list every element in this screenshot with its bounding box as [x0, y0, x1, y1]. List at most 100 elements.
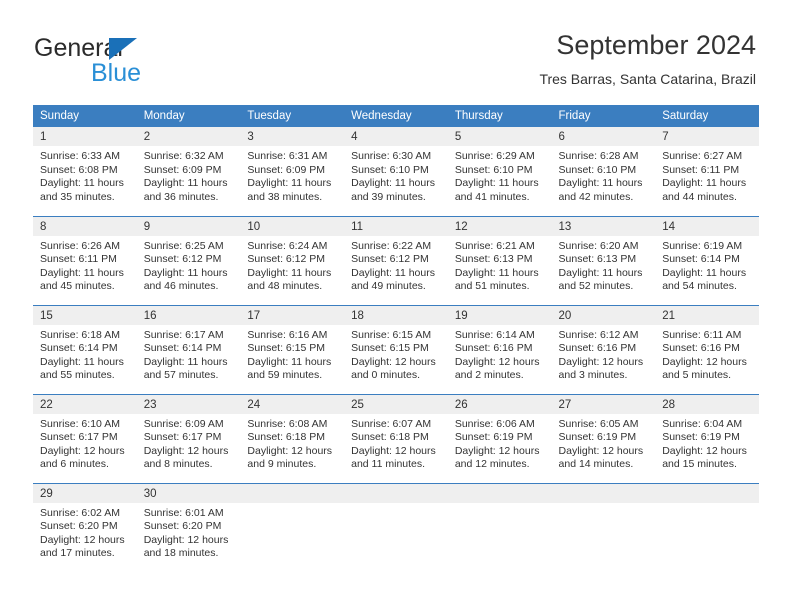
week-row: 8 Sunrise: 6:26 AM Sunset: 6:11 PM Daylight… [33, 215, 759, 305]
day-cell[interactable]: 20 Sunrise: 6:12 AM Sunset: 6:16 PM Dayligh… [551, 304, 656, 394]
sunset-text: Sunset: 6:16 PM [558, 342, 637, 355]
day-cell[interactable]: 21 Sunrise: 6:11 AM Sunset: 6:16 PM Dayligh… [655, 304, 759, 394]
sunrise-text: Sunrise: 6:06 AM [454, 417, 535, 430]
day-cell[interactable]: 25 Sunrise: 6:07 AM Sunset: 6:18 PM Dayligh… [344, 393, 448, 483]
sunrise-text: Sunrise: 6:20 AM [558, 239, 639, 252]
daylight-text: Daylight: 11 hours and 42 minutes. [558, 177, 643, 203]
day-details: Sunrise: 6:25 AM Sunset: 6:12 PM Daylight:… [137, 236, 241, 294]
daylight-text: Daylight: 11 hours and 35 minutes. [40, 177, 124, 203]
sunset-text: Sunset: 6:20 PM [143, 520, 222, 533]
day-cell[interactable]: 16 Sunrise: 6:17 AM Sunset: 6:14 PM Dayligh… [136, 304, 241, 394]
day-cell[interactable]: 26 Sunrise: 6:06 AM Sunset: 6:19 PM Dayligh… [447, 393, 552, 483]
day-cell-empty [447, 482, 552, 572]
day-details: Sunrise: 6:21 AM Sunset: 6:13 PM Daylight:… [448, 236, 552, 294]
day-details: Sunrise: 6:31 AM Sunset: 6:09 PM Daylight:… [240, 146, 344, 204]
day-number: 14 [655, 216, 759, 236]
day-number: 3 [240, 127, 345, 146]
sunrise-text: Sunrise: 6:07 AM [351, 417, 432, 430]
daylight-text: Daylight: 11 hours and 38 minutes. [247, 177, 332, 203]
day-cell[interactable]: 10 Sunrise: 6:24 AM Sunset: 6:12 PM Dayligh… [240, 215, 345, 305]
title-block: September 2024 Tres Barras, Santa Catari… [539, 28, 756, 88]
sunset-text: Sunset: 6:16 PM [662, 342, 740, 355]
day-cell[interactable]: 8 Sunrise: 6:26 AM Sunset: 6:11 PM Daylight… [33, 215, 137, 305]
page-subtitle: Tres Barras, Santa Catarina, Brazil [539, 71, 756, 87]
daylight-text: Daylight: 12 hours and 6 minutes. [40, 444, 125, 471]
daylight-text: Daylight: 11 hours and 52 minutes. [558, 266, 643, 293]
sunset-text: Sunset: 6:16 PM [454, 342, 533, 355]
day-cell[interactable]: 15 Sunrise: 6:18 AM Sunset: 6:14 PM Dayligh… [33, 304, 137, 394]
sunset-text: Sunset: 6:10 PM [558, 163, 637, 176]
daylight-text: Daylight: 12 hours and 15 minutes. [662, 444, 747, 471]
day-cell[interactable]: 5 Sunrise: 6:29 AM Sunset: 6:10 PM Daylight… [447, 127, 552, 216]
day-cell[interactable]: 1 Sunrise: 6:33 AM Sunset: 6:08 PM Daylight… [33, 127, 137, 216]
day-cell[interactable]: 27 Sunrise: 6:05 AM Sunset: 6:19 PM Dayligh… [551, 393, 656, 483]
day-cell[interactable]: 11 Sunrise: 6:22 AM Sunset: 6:12 PM Dayligh… [344, 215, 448, 305]
day-cell[interactable]: 22 Sunrise: 6:10 AM Sunset: 6:17 PM Dayligh… [33, 393, 137, 483]
day-number: 29 [33, 483, 137, 503]
daylight-text: Daylight: 12 hours and 2 minutes. [454, 355, 540, 382]
sunset-text: Sunset: 6:10 PM [454, 163, 533, 176]
sunrise-text: Sunrise: 6:32 AM [143, 150, 224, 162]
day-cell[interactable]: 23 Sunrise: 6:09 AM Sunset: 6:17 PM Dayligh… [136, 393, 241, 483]
day-number: 12 [447, 216, 552, 236]
sunset-text: Sunset: 6:12 PM [351, 253, 429, 266]
sunrise-text: Sunrise: 6:15 AM [351, 328, 432, 341]
day-number [551, 483, 656, 503]
day-cell[interactable]: 30 Sunrise: 6:01 AM Sunset: 6:20 PM Dayligh… [136, 482, 241, 572]
day-number: 28 [655, 394, 759, 414]
day-number: 2 [136, 127, 241, 146]
day-details: Sunrise: 6:14 AM Sunset: 6:16 PM Daylight:… [448, 325, 552, 383]
sunrise-text: Sunrise: 6:31 AM [247, 150, 328, 162]
day-cell[interactable]: 7 Sunrise: 6:27 AM Sunset: 6:11 PM Daylight… [655, 127, 759, 216]
day-number: 23 [136, 394, 241, 414]
day-number: 10 [240, 216, 345, 236]
day-cell[interactable]: 2 Sunrise: 6:32 AM Sunset: 6:09 PM Daylight… [136, 127, 241, 216]
weekday-header-friday: Friday [551, 105, 656, 127]
calendar-page: General Blue September 2024 Tres Barras,… [0, 0, 792, 612]
day-details: Sunrise: 6:02 AM Sunset: 6:20 PM Daylight:… [33, 503, 137, 561]
day-number: 22 [33, 394, 137, 414]
day-cell-empty [240, 482, 345, 572]
sunset-text: Sunset: 6:17 PM [40, 431, 118, 444]
day-number [447, 483, 552, 503]
brand-logo[interactable]: General Blue [34, 34, 274, 92]
day-number: 26 [447, 394, 552, 414]
day-details: Sunrise: 6:04 AM Sunset: 6:19 PM Daylight:… [655, 414, 759, 472]
day-cell[interactable]: 9 Sunrise: 6:25 AM Sunset: 6:12 PM Daylight… [136, 215, 241, 305]
day-cell[interactable]: 17 Sunrise: 6:16 AM Sunset: 6:15 PM Dayligh… [240, 304, 345, 394]
sunset-text: Sunset: 6:14 PM [143, 342, 222, 355]
daylight-text: Daylight: 11 hours and 36 minutes. [143, 177, 228, 203]
day-cell[interactable]: 14 Sunrise: 6:19 AM Sunset: 6:14 PM Dayligh… [655, 215, 759, 305]
day-details: Sunrise: 6:08 AM Sunset: 6:18 PM Daylight:… [240, 414, 344, 472]
day-details: Sunrise: 6:29 AM Sunset: 6:10 PM Daylight:… [448, 146, 552, 204]
week-row: 29 Sunrise: 6:02 AM Sunset: 6:20 PM Dayligh… [33, 482, 759, 572]
day-details: Sunrise: 6:11 AM Sunset: 6:16 PM Daylight:… [655, 325, 759, 383]
day-cell[interactable]: 19 Sunrise: 6:14 AM Sunset: 6:16 PM Dayligh… [447, 304, 552, 394]
page-header: General Blue September 2024 Tres Barras,… [0, 0, 792, 100]
sunset-text: Sunset: 6:19 PM [558, 431, 637, 444]
day-cell[interactable]: 13 Sunrise: 6:20 AM Sunset: 6:13 PM Dayligh… [551, 215, 656, 305]
weekday-header-thursday: Thursday [447, 105, 552, 127]
day-number [240, 483, 345, 503]
day-details: Sunrise: 6:05 AM Sunset: 6:19 PM Daylight:… [552, 414, 656, 472]
day-cell[interactable]: 24 Sunrise: 6:08 AM Sunset: 6:18 PM Dayligh… [240, 393, 345, 483]
day-cell[interactable]: 18 Sunrise: 6:15 AM Sunset: 6:15 PM Dayligh… [344, 304, 448, 394]
day-number: 19 [447, 305, 552, 325]
sunrise-text: Sunrise: 6:05 AM [558, 417, 639, 430]
day-cell[interactable]: 3 Sunrise: 6:31 AM Sunset: 6:09 PM Daylight… [240, 127, 345, 216]
day-cell[interactable]: 6 Sunrise: 6:28 AM Sunset: 6:10 PM Daylight… [551, 127, 656, 216]
day-cell[interactable]: 4 Sunrise: 6:30 AM Sunset: 6:10 PM Daylight… [344, 127, 448, 216]
sunset-text: Sunset: 6:18 PM [247, 431, 326, 444]
day-cell[interactable]: 29 Sunrise: 6:02 AM Sunset: 6:20 PM Dayligh… [33, 482, 137, 572]
day-cell[interactable]: 12 Sunrise: 6:21 AM Sunset: 6:13 PM Dayligh… [447, 215, 552, 305]
day-number: 18 [344, 305, 448, 325]
sunrise-text: Sunrise: 6:26 AM [40, 239, 120, 252]
sunset-text: Sunset: 6:19 PM [454, 431, 533, 444]
sunset-text: Sunset: 6:20 PM [40, 520, 118, 533]
day-details: Sunrise: 6:09 AM Sunset: 6:17 PM Daylight:… [137, 414, 241, 472]
day-cell[interactable]: 28 Sunrise: 6:04 AM Sunset: 6:19 PM Dayligh… [655, 393, 759, 483]
day-details: Sunrise: 6:24 AM Sunset: 6:12 PM Daylight:… [240, 236, 344, 294]
daylight-text: Daylight: 11 hours and 45 minutes. [40, 266, 124, 293]
day-number: 17 [240, 305, 345, 325]
sunset-text: Sunset: 6:14 PM [40, 342, 118, 355]
